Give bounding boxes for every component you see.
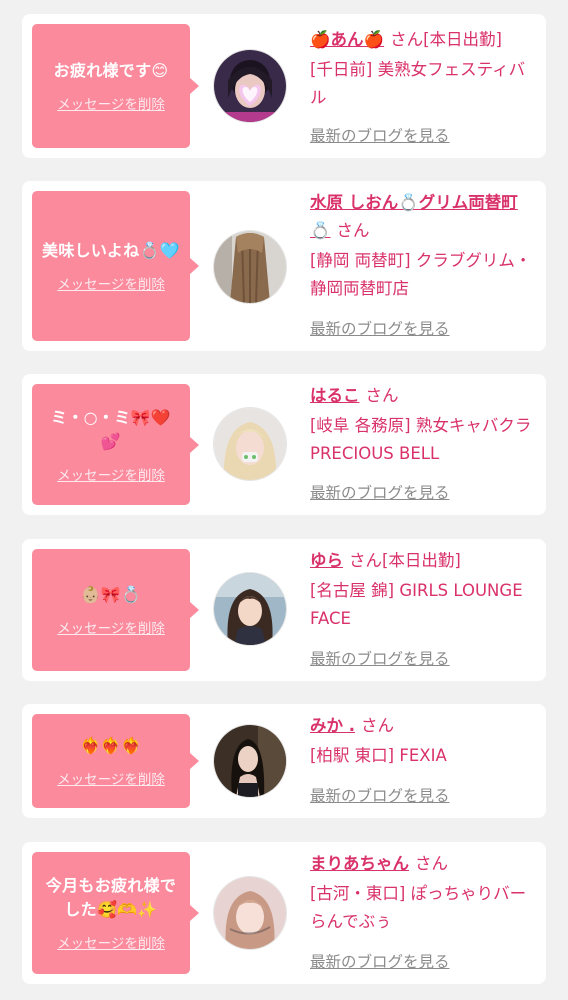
honorific: さん <box>390 30 424 49</box>
status-badge: [本日出勤] <box>382 551 461 570</box>
message-card: 今月もお疲れ様でした🥰🫶✨ メッセージを削除 まりあちゃん さん [古河・東口] … <box>22 842 546 984</box>
avatar[interactable] <box>214 50 286 122</box>
shop-name: [柏駅 東口] FEXIA <box>310 746 447 765</box>
profile-name-link[interactable]: ゆら <box>310 551 343 570</box>
latest-blog-link[interactable]: 最新のブログを見る <box>310 317 450 339</box>
avatar[interactable] <box>214 573 286 645</box>
message-text: お疲れ様です😊 <box>53 61 169 80</box>
honorific: さん <box>336 221 370 240</box>
message-text: 👶🏼🎀💍 <box>80 585 142 604</box>
delete-message-link[interactable]: メッセージを削除 <box>57 464 165 484</box>
message-text: ミ・○・ミ🎀❤️💕 <box>51 407 171 451</box>
profile-info: 水原 しおん💍グリム両替町💍 さん [静岡 両替町] クラブグリム・静岡両替町店 <box>310 189 538 303</box>
shop-name: [静岡 両替町] クラブグリム・静岡両替町店 <box>310 251 532 298</box>
message-bubble: 今月もお疲れ様でした🥰🫶✨ メッセージを削除 <box>32 852 199 974</box>
message-card: 👶🏼🎀💍 メッセージを削除 ゆら さん[本日出勤] [名古屋 錦] GIRLS L… <box>22 539 546 681</box>
message-text: 美味しいよね💍🩵 <box>42 241 180 260</box>
message-card: 美味しいよね💍🩵 メッセージを削除 水原 しおん💍グリム両替町💍 さん [静岡 両… <box>22 181 546 351</box>
shop-name: [岐阜 各務原] 熟女キャバクラ PRECIOUS BELL <box>310 416 532 463</box>
profile-info: はるこ さん [岐阜 各務原] 熟女キャバクラ PRECIOUS BELL <box>310 382 538 468</box>
honorific: さん <box>365 386 399 405</box>
avatar[interactable] <box>214 408 286 480</box>
message-card: ❤️‍🔥❤️‍🔥❤️‍🔥 メッセージを削除 みか . さん [柏駅 東口] FEX… <box>22 704 546 818</box>
shop-name: [千日前] 美熟女フェスティバル <box>310 60 526 107</box>
latest-blog-link[interactable]: 最新のブログを見る <box>310 124 450 146</box>
avatar[interactable] <box>214 725 286 797</box>
message-bubble: ミ・○・ミ🎀❤️💕 メッセージを削除 <box>32 384 199 505</box>
honorific: さん <box>361 716 395 735</box>
delete-message-link[interactable]: メッセージを削除 <box>57 768 165 788</box>
latest-blog-link[interactable]: 最新のブログを見る <box>310 647 450 669</box>
latest-blog-link[interactable]: 最新のブログを見る <box>310 950 450 972</box>
delete-message-link[interactable]: メッセージを削除 <box>57 932 165 952</box>
message-bubble: 美味しいよね💍🩵 メッセージを削除 <box>32 191 199 341</box>
profile-info: みか . さん [柏駅 東口] FEXIA <box>310 712 538 770</box>
honorific: さん <box>415 854 448 873</box>
message-text: ❤️‍🔥❤️‍🔥❤️‍🔥 <box>80 736 142 755</box>
message-bubble: お疲れ様です😊 メッセージを削除 <box>32 24 199 148</box>
latest-blog-link[interactable]: 最新のブログを見る <box>310 481 450 503</box>
message-card: お疲れ様です😊 メッセージを削除 🍎あん🍎 さん[本日出勤] [千日前] 美熟女フ… <box>22 14 546 158</box>
latest-blog-link[interactable]: 最新のブログを見る <box>310 784 450 806</box>
message-bubble: ❤️‍🔥❤️‍🔥❤️‍🔥 メッセージを削除 <box>32 714 199 808</box>
shop-name: [古河・東口] ぽっちゃりバー らんでぶぅ <box>310 884 527 931</box>
delete-message-link[interactable]: メッセージを削除 <box>57 273 165 293</box>
profile-name-link[interactable]: まりあちゃん <box>310 854 409 873</box>
message-card: ミ・○・ミ🎀❤️💕 メッセージを削除 はるこ さん [岐阜 各務原] 熟女キャバク… <box>22 374 546 515</box>
profile-info: まりあちゃん さん [古河・東口] ぽっちゃりバー らんでぶぅ <box>310 850 538 936</box>
profile-name-link[interactable]: みか . <box>310 716 355 735</box>
profile-name-link[interactable]: 🍎あん🍎 <box>310 30 384 49</box>
delete-message-link[interactable]: メッセージを削除 <box>57 617 165 637</box>
avatar[interactable] <box>214 231 286 303</box>
message-text: 今月もお疲れ様でした🥰🫶✨ <box>45 876 177 919</box>
profile-info: ゆら さん[本日出勤] [名古屋 錦] GIRLS LOUNGE FACE <box>310 547 538 633</box>
message-list: お疲れ様です😊 メッセージを削除 🍎あん🍎 さん[本日出勤] [千日前] 美熟女フ… <box>0 0 568 1000</box>
delete-message-link[interactable]: メッセージを削除 <box>57 93 165 113</box>
profile-info: 🍎あん🍎 さん[本日出勤] [千日前] 美熟女フェスティバル <box>310 26 538 112</box>
profile-name-link[interactable]: はるこ <box>310 386 360 405</box>
message-bubble: 👶🏼🎀💍 メッセージを削除 <box>32 549 199 671</box>
shop-name: [名古屋 錦] GIRLS LOUNGE FACE <box>310 581 523 628</box>
honorific: さん <box>349 551 382 570</box>
status-badge: [本日出勤] <box>423 30 502 49</box>
avatar[interactable] <box>214 877 286 949</box>
